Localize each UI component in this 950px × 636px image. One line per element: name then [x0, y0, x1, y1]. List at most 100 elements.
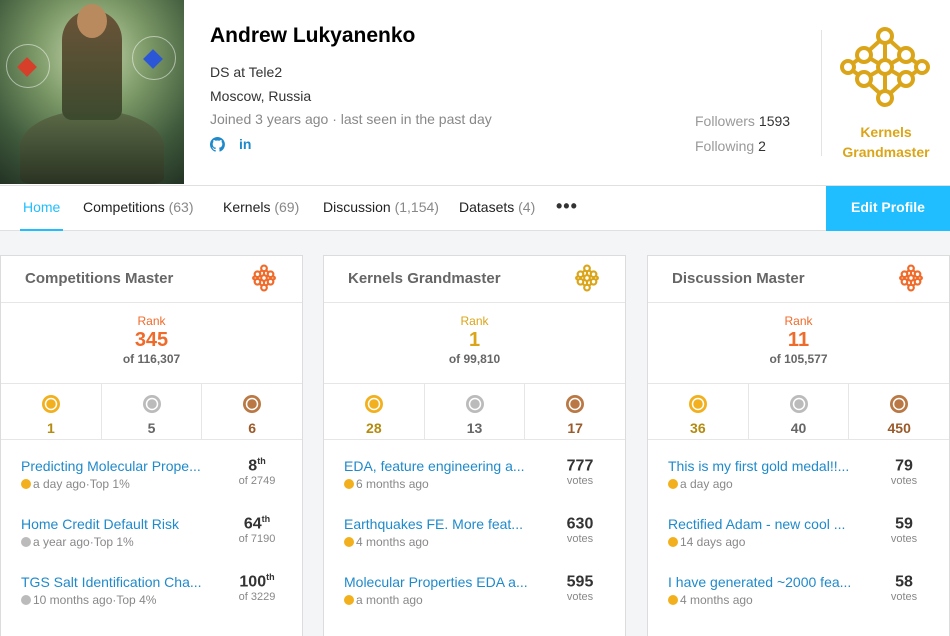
- rank-value: 1: [468, 329, 481, 351]
- competitions-card: Competitions Master Rank 345 of 116,307 …: [0, 255, 303, 636]
- gold-medal-icon: [364, 395, 384, 418]
- profile-occupation: DS at Tele2: [210, 64, 283, 80]
- item-title-link[interactable]: This is my first gold medal!!...: [668, 458, 864, 474]
- gold-medal-count: 28: [324, 384, 425, 439]
- list-item: TGS Salt Identification Cha... 10 months…: [21, 572, 282, 632]
- gold-medal-count: 1: [1, 384, 102, 439]
- item-subtext: votes: [566, 475, 594, 488]
- item-title-link[interactable]: EDA, feature engineering a...: [344, 458, 540, 474]
- rank-section: Rank 345 of 116,307: [1, 303, 302, 384]
- bronze-medal-icon: [242, 395, 262, 418]
- rank-section: Rank 1 of 99,810: [324, 303, 625, 384]
- edit-profile-button[interactable]: Edit Profile: [826, 186, 950, 231]
- item-title-link[interactable]: Rectified Adam - new cool ...: [668, 516, 864, 532]
- tier-label: Kernels Grandmaster: [842, 124, 930, 160]
- tab-datasets[interactable]: Datasets (4): [459, 186, 535, 231]
- card-title: Discussion Master: [672, 270, 805, 287]
- list-item: Earthquakes FE. More feat... 4 months ag…: [344, 514, 605, 574]
- item-subtext: of 3229: [238, 591, 276, 604]
- item-subtext: of 7190: [238, 533, 276, 546]
- gold-medal-icon: [668, 479, 678, 489]
- tab-discussion[interactable]: Discussion (1,154): [323, 186, 439, 231]
- tier-icon: [897, 264, 925, 297]
- following-count: 2: [758, 138, 766, 154]
- silver-medal-icon: [465, 395, 485, 418]
- medal-summary: 28 13 17: [324, 384, 625, 440]
- item-title-link[interactable]: TGS Salt Identification Cha...: [21, 574, 217, 590]
- item-title-link[interactable]: I have generated ~2000 fea...: [668, 574, 864, 590]
- silver-medal-icon: [142, 395, 162, 418]
- item-score: 64th of 7190: [232, 514, 282, 545]
- bronze-medal-count: 450: [849, 384, 949, 439]
- tab-home[interactable]: Home: [20, 186, 64, 231]
- gold-medal-icon: [344, 595, 354, 605]
- github-icon[interactable]: [210, 136, 225, 152]
- item-list: Predicting Molecular Prope... a day ago·…: [1, 456, 302, 632]
- linkedin-icon[interactable]: in: [239, 136, 251, 152]
- item-subtext: votes: [890, 533, 918, 546]
- item-score: 100th of 3229: [232, 572, 282, 603]
- item-value: 59: [895, 515, 913, 533]
- item-subtext: votes: [566, 591, 594, 604]
- bronze-medal-count: 6: [202, 384, 302, 439]
- item-title-link[interactable]: Predicting Molecular Prope...: [21, 458, 217, 474]
- profile-header: Andrew Lukyanenko DS at Tele2 Moscow, Ru…: [0, 0, 950, 185]
- item-subtext: votes: [890, 475, 918, 488]
- item-title-link[interactable]: Home Credit Default Risk: [21, 516, 217, 532]
- following[interactable]: Following 2: [695, 138, 766, 154]
- tier-icon: [573, 264, 601, 297]
- bronze-medal-icon: [889, 395, 909, 418]
- item-value: 100: [239, 573, 267, 591]
- item-value: 58: [895, 573, 913, 591]
- rank-label: Rank: [784, 314, 813, 328]
- more-menu-icon[interactable]: •••: [556, 186, 578, 226]
- item-score: 58 votes: [879, 572, 929, 603]
- list-item: Molecular Properties EDA a... a month ag…: [344, 572, 605, 632]
- silver-medal-count: 40: [749, 384, 850, 439]
- silver-medal-icon: [21, 595, 31, 605]
- item-list: EDA, feature engineering a... 6 months a…: [324, 456, 625, 632]
- item-score: 777 votes: [555, 456, 605, 487]
- medal-summary: 36 40 450: [648, 384, 949, 440]
- rank-value: 11: [787, 329, 810, 351]
- silver-medal-count: 5: [102, 384, 203, 439]
- gold-medal-icon: [21, 479, 31, 489]
- silver-medal-icon: [21, 537, 31, 547]
- rank-total: of 105,577: [769, 352, 828, 366]
- followers[interactable]: Followers 1593: [695, 113, 790, 129]
- grandmaster-tier-icon: [840, 27, 930, 107]
- item-subtext: votes: [566, 533, 594, 546]
- list-item: Home Credit Default Risk a year ago·Top …: [21, 514, 282, 574]
- gold-medal-icon: [668, 595, 678, 605]
- item-value: 79: [895, 457, 913, 475]
- item-subtext: votes: [890, 591, 918, 604]
- tab-kernels[interactable]: Kernels (69): [223, 186, 299, 231]
- avatar[interactable]: [0, 0, 184, 184]
- followers-count: 1593: [758, 113, 791, 129]
- item-title-link[interactable]: Earthquakes FE. More feat...: [344, 516, 540, 532]
- item-score: 630 votes: [555, 514, 605, 545]
- card-title: Competitions Master: [25, 270, 174, 287]
- bronze-medal-count: 17: [525, 384, 625, 439]
- item-value: 630: [566, 515, 594, 533]
- item-title-link[interactable]: Molecular Properties EDA a...: [344, 574, 540, 590]
- gold-medal-icon: [688, 395, 708, 418]
- rank-total: of 99,810: [448, 352, 501, 366]
- item-value: 64: [243, 515, 262, 533]
- bronze-medal-icon: [565, 395, 585, 418]
- list-item: EDA, feature engineering a... 6 months a…: [344, 456, 605, 516]
- card-title: Kernels Grandmaster: [348, 270, 501, 287]
- profile-joined: Joined 3 years ago · last seen in the pa…: [210, 111, 492, 127]
- gold-medal-icon: [668, 537, 678, 547]
- kernels-card: Kernels Grandmaster Rank 1 of 99,810 28 …: [323, 255, 626, 636]
- item-score: 595 votes: [555, 572, 605, 603]
- rank-label: Rank: [137, 314, 166, 328]
- list-item: I have generated ~2000 fea... 4 months a…: [668, 572, 929, 632]
- gold-medal-count: 36: [648, 384, 749, 439]
- social-links: in: [210, 136, 251, 152]
- card-header: Competitions Master: [1, 256, 302, 303]
- list-item: Predicting Molecular Prope... a day ago·…: [21, 456, 282, 516]
- tab-competitions[interactable]: Competitions (63): [83, 186, 194, 231]
- item-list: This is my first gold medal!!... a day a…: [648, 457, 949, 632]
- silver-medal-icon: [789, 395, 809, 418]
